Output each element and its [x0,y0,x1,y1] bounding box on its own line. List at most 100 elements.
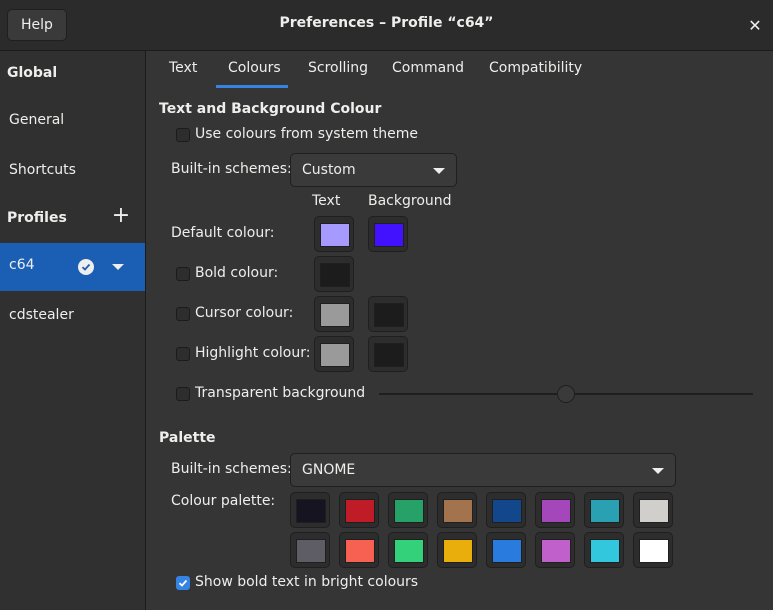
dropdown-value: GNOME [302,462,356,478]
tab-label: Command [392,60,464,76]
profile-menu-chevron-icon[interactable] [112,264,124,270]
palette-colour-button[interactable] [486,492,526,528]
builtin-schemes-label: Built-in schemes: [171,161,292,177]
default-background-colour-button[interactable] [368,216,408,252]
sidebar-item-label: c64 [9,257,35,273]
tab-colours[interactable]: Colours [216,51,288,88]
bold-colour-label: Bold colour: [195,265,279,281]
colour-swatch [492,539,522,563]
cursor-text-colour-button[interactable] [314,296,354,332]
colour-swatch [394,539,424,563]
palette-scheme-dropdown[interactable]: GNOME [290,453,676,487]
palette-builtin-schemes-label: Built-in schemes: [171,461,292,477]
colour-swatch [639,539,669,563]
colours-page: Text and Background Colour Use colours f… [146,88,773,610]
default-colour-label: Default colour: [171,225,275,241]
palette-colour-button[interactable] [633,532,673,568]
chevron-down-icon [652,468,664,474]
tab-compatibility[interactable]: Compatibility [480,51,583,88]
sidebar-header-label: Profiles [7,210,67,226]
colour-swatch [443,499,473,523]
colour-palette-label: Colour palette: [171,493,276,509]
palette-colour-button[interactable] [388,492,428,528]
colour-swatch [492,499,522,523]
close-icon[interactable]: ✕ [744,15,766,37]
palette-colour-button[interactable] [290,532,330,568]
sidebar: Global General Shortcuts Profiles + c64 … [0,51,146,610]
palette-colour-button[interactable] [535,492,575,528]
default-profile-check-icon [78,259,94,275]
colour-swatch [320,303,350,327]
palette-colour-button[interactable] [437,492,477,528]
header-bar: Help Preferences – Profile “c64” ✕ [0,0,773,51]
tab-command[interactable]: Command [382,51,466,88]
tab-label: Text [169,60,198,76]
cursor-background-colour-button[interactable] [368,296,408,332]
palette-colour-button[interactable] [437,532,477,568]
transparency-slider-handle[interactable] [557,385,575,403]
add-profile-icon[interactable]: + [111,205,131,227]
column-header-background: Background [368,193,452,209]
palette-colour-button[interactable] [339,532,379,568]
palette-colour-button[interactable] [584,492,624,528]
highlight-colour-label: Highlight colour: [195,345,311,361]
section-title-palette: Palette [159,430,216,446]
highlight-colour-checkbox[interactable] [176,347,190,361]
sidebar-item-general[interactable]: General [0,98,145,146]
tab-text[interactable]: Text [160,51,206,88]
tab-label: Compatibility [489,60,583,76]
colour-swatch [374,223,404,247]
colour-swatch [296,539,326,563]
palette-colour-button[interactable] [290,492,330,528]
colour-swatch [296,499,326,523]
palette-colour-button[interactable] [388,532,428,568]
tab-bar: Text Colours Scrolling Command Compatibi… [146,51,773,88]
sidebar-header-label: Global [7,65,58,81]
tab-scrolling[interactable]: Scrolling [298,51,372,88]
sidebar-item-profile-cdstealer[interactable]: cdstealer [0,293,145,341]
default-text-colour-button[interactable] [314,216,354,252]
use-system-theme-label: Use colours from system theme [195,126,419,142]
text-scheme-dropdown[interactable]: Custom [290,153,457,187]
bold-bright-checkbox[interactable] [176,576,190,590]
colour-swatch [345,499,375,523]
palette-colour-button[interactable] [339,492,379,528]
colour-swatch [320,343,350,367]
colour-swatch [443,539,473,563]
cursor-colour-label: Cursor colour: [195,305,294,321]
colour-swatch [590,539,620,563]
sidebar-item-shortcuts[interactable]: Shortcuts [0,148,145,196]
sidebar-item-profile-c64[interactable]: c64 [0,243,145,291]
sidebar-item-label: Shortcuts [9,162,76,178]
column-header-text: Text [312,193,341,209]
use-system-theme-checkbox[interactable] [176,128,190,142]
cursor-colour-checkbox[interactable] [176,307,190,321]
section-title-text-background: Text and Background Colour [159,101,382,117]
sidebar-header-global: Global [0,51,145,99]
colour-swatch [590,499,620,523]
chevron-down-icon [433,168,445,174]
palette-colour-button[interactable] [486,532,526,568]
colour-swatch [320,223,350,247]
palette-colour-button[interactable] [633,492,673,528]
bold-colour-checkbox[interactable] [176,267,190,281]
bold-text-colour-button[interactable] [314,256,354,292]
colour-swatch [345,539,375,563]
palette-colour-button[interactable] [535,532,575,568]
colour-swatch [374,343,404,367]
colour-swatch [541,499,571,523]
highlight-text-colour-button[interactable] [314,336,354,372]
palette-colour-button[interactable] [584,532,624,568]
dropdown-value: Custom [302,162,356,178]
sidebar-item-label: General [9,112,65,128]
transparent-background-checkbox[interactable] [176,387,190,401]
tab-label: Colours [228,60,281,76]
highlight-background-colour-button[interactable] [368,336,408,372]
tab-label: Scrolling [308,60,369,76]
check-icon [178,579,188,587]
transparent-background-label: Transparent background [195,385,366,401]
colour-swatch [541,539,571,563]
colour-swatch [374,303,404,327]
window-title: Preferences – Profile “c64” [279,15,494,31]
bold-bright-label: Show bold text in bright colours [195,574,419,590]
